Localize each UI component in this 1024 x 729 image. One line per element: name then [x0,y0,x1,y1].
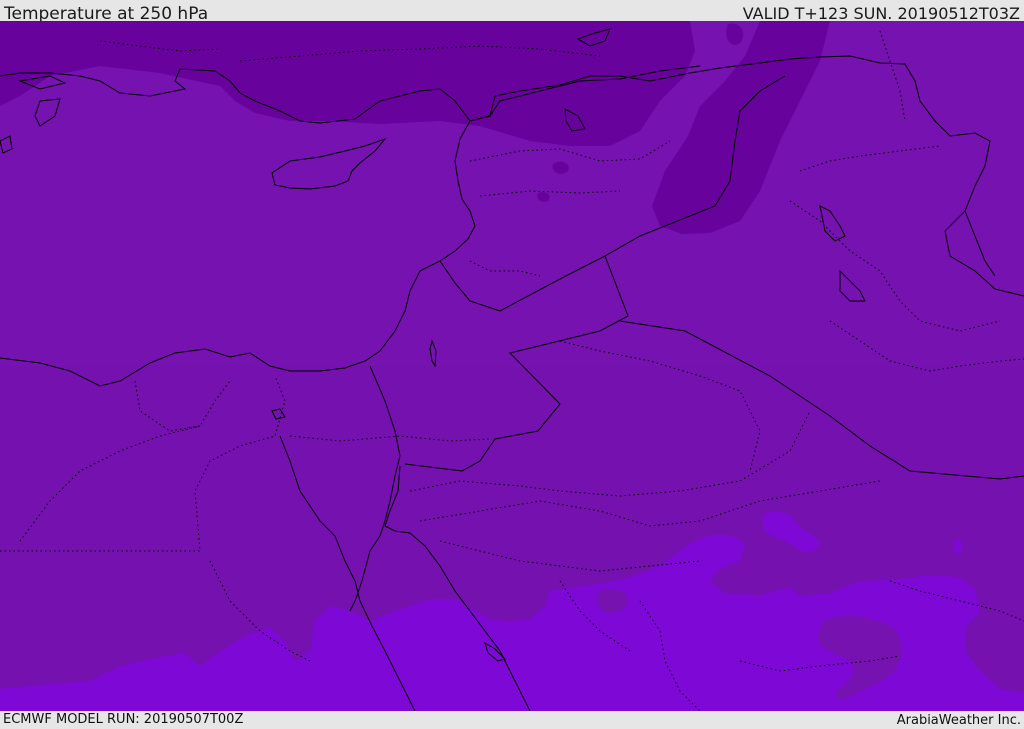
credit-label: ArabiaWeather Inc. [896,713,1021,728]
map-canvas [0,21,1024,711]
header-bar: Temperature at 250 hPa VALID T+123 SUN. … [0,0,1024,24]
footer-bar: ECMWF MODEL RUN: 20190507T00Z ArabiaWeat… [0,711,1024,729]
temperature-map[interactable] [0,21,1024,711]
model-run: ECMWF MODEL RUN: 20190507T00Z [3,712,244,727]
